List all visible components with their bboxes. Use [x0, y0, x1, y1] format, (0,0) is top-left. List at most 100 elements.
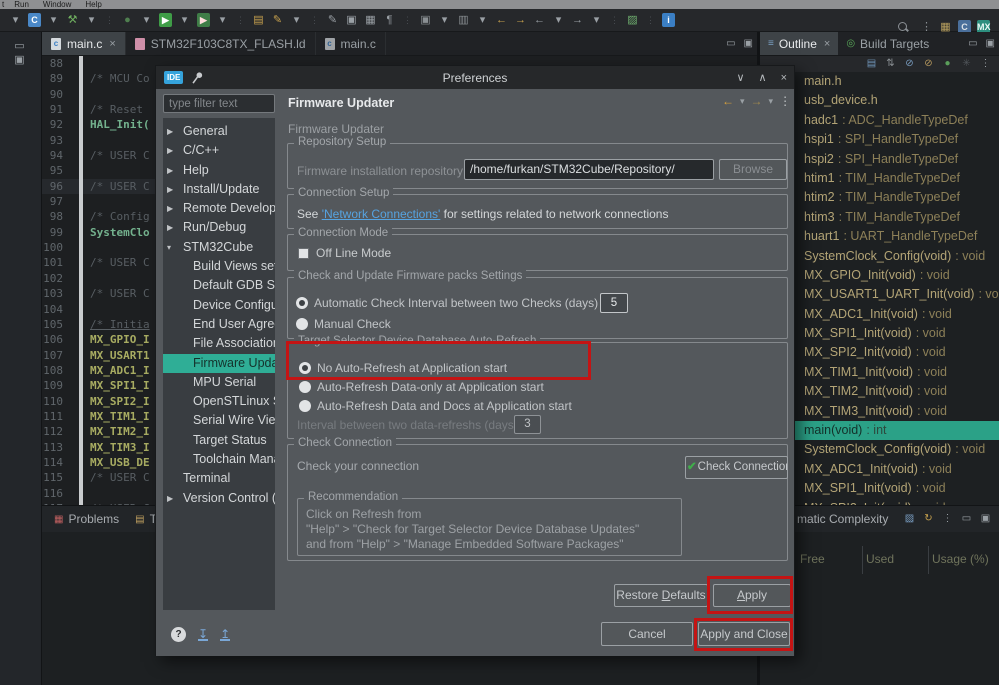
debug-icon[interactable]: ●: [121, 13, 134, 27]
tree-item-toolchain-manag[interactable]: Toolchain Manag: [163, 450, 275, 469]
tree-item-remote-developm[interactable]: ▶ Remote Developm: [163, 199, 275, 218]
dropdown-caret-icon[interactable]: ▾: [140, 13, 153, 27]
back-caret-icon[interactable]: ▾: [740, 96, 745, 107]
skip-breakpoints-icon[interactable]: ▣: [419, 13, 432, 27]
tree-item-default-gdb-ser[interactable]: Default GDB Ser: [163, 276, 275, 295]
view-menu-icon[interactable]: ⋮: [979, 57, 992, 71]
open-folder-icon[interactable]: ▤: [252, 13, 265, 27]
build-icon[interactable]: ⚒: [66, 13, 79, 27]
tab-problems[interactable]: ▦ Problems: [46, 512, 127, 526]
outline-item[interactable]: MX_TIM3_Init(void): void: [760, 402, 999, 421]
pencil-icon[interactable]: ✎: [326, 13, 339, 27]
refresh-data-docs-radio[interactable]: [299, 400, 311, 412]
expand-arrow-icon[interactable]: ▶: [167, 122, 173, 141]
minimize-icon[interactable]: ▭: [960, 512, 973, 526]
dropdown-caret-icon[interactable]: ▾: [590, 13, 603, 27]
hide-static-icon[interactable]: ⊘: [922, 57, 935, 71]
sort-icon[interactable]: ⇅: [884, 57, 897, 71]
expand-arrow-icon[interactable]: ▶: [167, 180, 173, 199]
cancel-button[interactable]: Cancel: [601, 622, 693, 646]
outline-item[interactable]: hadc1: ADC_HandleTypeDef: [760, 111, 999, 130]
manual-check-radio[interactable]: [296, 318, 308, 330]
outline-item[interactable]: MX_GPIO_Init(void): void: [760, 266, 999, 285]
dropdown-caret-icon[interactable]: ▾: [552, 13, 565, 27]
tree-item-general[interactable]: ▶ General: [163, 122, 275, 141]
outline-item[interactable]: MX_USART1_UART_Init(void): void: [760, 285, 999, 304]
window-icon[interactable]: ▦: [364, 13, 377, 27]
tree-item-build-views-setti[interactable]: Build Views setti: [163, 257, 275, 276]
column-free[interactable]: Free: [800, 552, 825, 566]
import-icon[interactable]: ↧: [198, 628, 209, 641]
run-icon[interactable]: ▶: [159, 13, 172, 27]
tab-main-c-2[interactable]: c main.c: [316, 32, 386, 55]
manual-check-label[interactable]: Manual Check: [314, 317, 391, 331]
check-interval-field[interactable]: 5: [600, 293, 628, 313]
column-used[interactable]: Used: [866, 552, 894, 566]
tree-item-terminal[interactable]: Terminal: [163, 469, 275, 488]
screenshot-icon[interactable]: ▨: [626, 13, 639, 27]
maximize-icon[interactable]: ▣: [979, 512, 992, 526]
dropdown-caret-icon[interactable]: ▾: [47, 13, 60, 27]
tab-build-targets[interactable]: ◎ Build Targets: [838, 32, 937, 55]
tree-item-firmware-updat[interactable]: Firmware Updat: [163, 353, 275, 373]
collapse-all-icon[interactable]: ▤: [865, 57, 878, 71]
outline-item[interactable]: main(void): int: [760, 421, 999, 441]
expand-arrow-icon[interactable]: ▶: [167, 141, 173, 160]
tree-item-end-user-agreem[interactable]: End User Agreem: [163, 315, 275, 334]
browse-button[interactable]: Browse: [719, 159, 787, 180]
outline-item[interactable]: htim2: TIM_HandleTypeDef: [760, 188, 999, 207]
info-icon[interactable]: i: [662, 13, 675, 27]
hide-non-public-icon[interactable]: ●: [941, 57, 954, 71]
expand-arrow-icon[interactable]: ▾: [167, 238, 171, 257]
outline-item[interactable]: hspi1: SPI_HandleTypeDef: [760, 130, 999, 149]
outline-item[interactable]: hspi2: SPI_HandleTypeDef: [760, 150, 999, 169]
import-image-icon[interactable]: ▨: [903, 512, 916, 526]
tab-flash-ld[interactable]: STM32F103C8TX_FLASH.ld: [126, 32, 316, 55]
outline-item[interactable]: usb_device.h: [760, 91, 999, 110]
dialog-titlebar[interactable]: IDE Preferences ∨ ∧ ×: [156, 66, 794, 89]
expand-arrow-icon[interactable]: ▶: [167, 489, 173, 508]
column-usage[interactable]: Usage (%): [932, 552, 989, 566]
back-annotation-icon[interactable]: ←: [495, 13, 508, 27]
offline-mode-checkbox[interactable]: [298, 248, 309, 259]
link-editor-icon[interactable]: ▥: [457, 13, 470, 27]
hide-fields-icon[interactable]: ⊘: [903, 57, 916, 71]
shade-icon[interactable]: ∨: [736, 71, 744, 84]
refresh-icon[interactable]: ↻: [922, 512, 935, 526]
forward-caret-icon[interactable]: ▾: [769, 96, 774, 107]
minimize-icon[interactable]: ▭: [726, 38, 735, 49]
check-connection-button[interactable]: ✔Check Connection: [685, 456, 788, 479]
minimize-icon[interactable]: ▭: [968, 38, 977, 49]
expand-arrow-icon[interactable]: ▶: [167, 161, 173, 180]
forward-annotation-icon[interactable]: →: [514, 13, 527, 27]
expand-arrow-icon[interactable]: ▶: [167, 218, 173, 237]
refresh-data-only-radio[interactable]: [299, 381, 311, 393]
tree-item-c-c-[interactable]: ▶ C/C++: [163, 141, 275, 160]
tree-item-target-status[interactable]: Target Status: [163, 431, 275, 450]
dropdown-caret-icon[interactable]: ▾: [9, 13, 22, 27]
tree-item-serial-wire-viewe[interactable]: Serial Wire Viewe: [163, 411, 275, 430]
dropdown-caret-icon[interactable]: ▾: [290, 13, 303, 27]
menu-item-partial[interactable]: t: [2, 0, 4, 9]
close-tab-icon[interactable]: ×: [824, 38, 830, 50]
tree-item-run-debug[interactable]: ▶ Run/Debug: [163, 218, 275, 237]
outline-item[interactable]: htim1: TIM_HandleTypeDef: [760, 169, 999, 188]
automatic-check-label[interactable]: Automatic Check Interval between two Che…: [314, 296, 598, 310]
tree-item-openstlinux-sd[interactable]: OpenSTLinux SD: [163, 392, 275, 411]
maximize-icon[interactable]: ▣: [744, 38, 753, 49]
export-icon[interactable]: ↥: [220, 628, 231, 641]
outline-item[interactable]: main.h: [760, 72, 999, 91]
offline-mode-label[interactable]: Off Line Mode: [316, 246, 391, 260]
dropdown-caret-icon[interactable]: ▾: [476, 13, 489, 27]
maximize-icon[interactable]: ▣: [986, 38, 995, 49]
outline-item[interactable]: SystemClock_Config(void): void: [760, 247, 999, 266]
outline-item[interactable]: huart1: UART_HandleTypeDef: [760, 227, 999, 246]
dropdown-caret-icon[interactable]: ▾: [178, 13, 191, 27]
outline-item[interactable]: SystemClock_Config(void): void: [760, 440, 999, 459]
outline-item[interactable]: MX_SPI2_Init(void): void: [760, 343, 999, 362]
tree-item-file-association[interactable]: File Association: [163, 334, 275, 353]
tab-main-c[interactable]: c main.c ×: [42, 32, 126, 55]
pilcrow-icon[interactable]: ¶: [383, 13, 396, 27]
new-c-file-icon[interactable]: C: [28, 13, 41, 27]
filter-input[interactable]: [163, 94, 275, 113]
